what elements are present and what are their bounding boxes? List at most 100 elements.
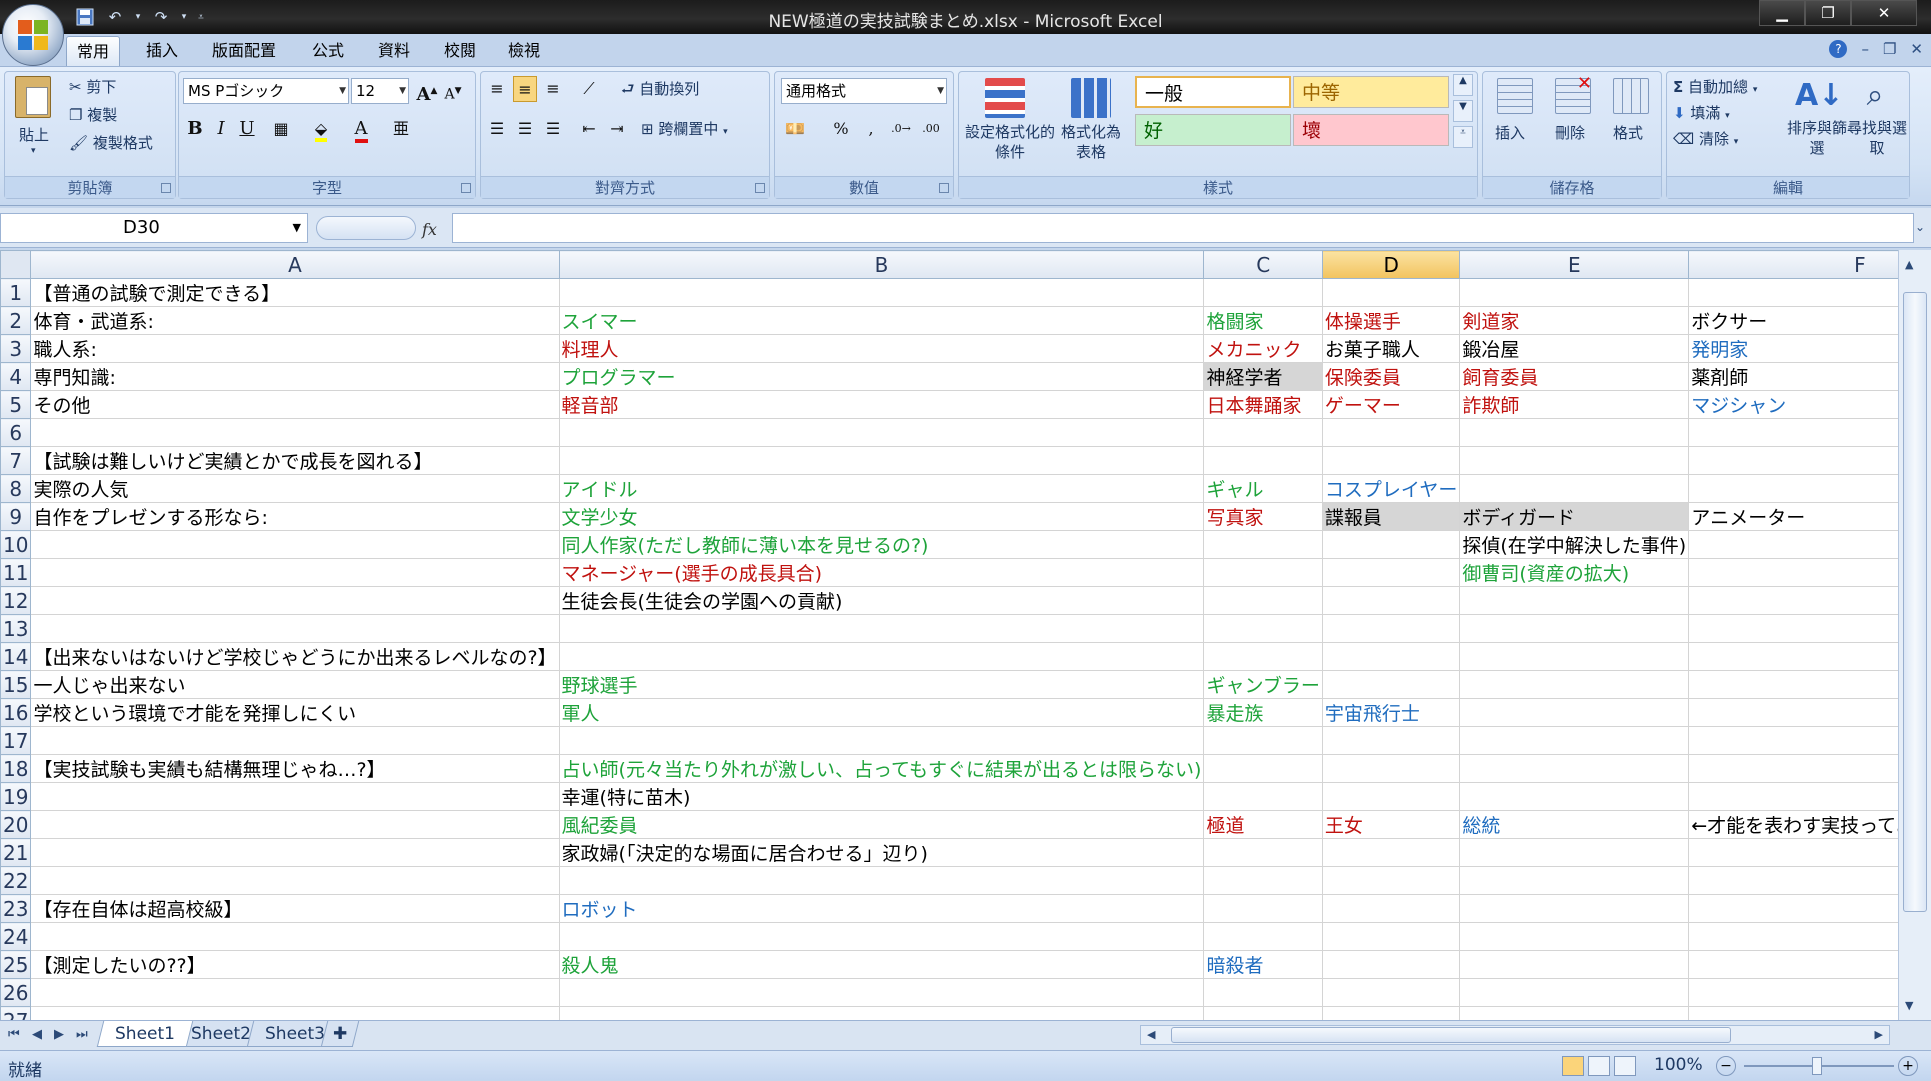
- row-header[interactable]: 13: [0, 614, 32, 643]
- cell[interactable]: 写真家: [1203, 502, 1323, 531]
- cell[interactable]: [30, 810, 560, 839]
- format-as-table-icon[interactable]: [1071, 78, 1111, 118]
- style-neutral[interactable]: 中等: [1293, 76, 1449, 108]
- worksheet-grid[interactable]: ABCDEFGHIJ 1【普通の試験で測定できる】2体育・武道系:スイマー格闘家…: [0, 250, 1898, 1020]
- cell[interactable]: [1203, 558, 1323, 587]
- column-header-f[interactable]: F: [1688, 250, 1898, 279]
- cell[interactable]: [1321, 558, 1461, 587]
- cell[interactable]: [1203, 1006, 1323, 1020]
- cell[interactable]: 幸運(特に苗木): [558, 782, 1205, 811]
- cell[interactable]: [1459, 614, 1690, 643]
- cell[interactable]: 職人系:: [30, 334, 560, 363]
- cell[interactable]: [1459, 474, 1690, 503]
- cell[interactable]: [1203, 978, 1323, 1007]
- align-left-icon[interactable]: ☰: [485, 116, 509, 142]
- cell[interactable]: [1321, 278, 1461, 307]
- cell[interactable]: [1203, 922, 1323, 951]
- cell[interactable]: 【試験は難しいけど実績とかで成長を図れる】: [30, 446, 560, 475]
- name-box[interactable]: D30 ▼: [0, 213, 308, 243]
- cell[interactable]: ギャンブラー: [1203, 670, 1323, 699]
- cell[interactable]: [1203, 838, 1323, 867]
- cell[interactable]: [30, 558, 560, 587]
- cell[interactable]: 一人じゃ出来ない: [30, 670, 560, 699]
- find-select-label[interactable]: 尋找與選取: [1847, 118, 1907, 158]
- scroll-down-icon[interactable]: ▼: [1905, 999, 1913, 1012]
- cell[interactable]: [1688, 474, 1898, 503]
- cell[interactable]: [1688, 838, 1898, 867]
- fill-color-icon[interactable]: ⬙: [309, 116, 333, 142]
- cell[interactable]: [1203, 446, 1323, 475]
- font-launcher-icon[interactable]: [461, 183, 471, 193]
- cell[interactable]: [558, 642, 1205, 671]
- insert-function-icon[interactable]: fx: [422, 220, 437, 239]
- cell[interactable]: 学校という環境で才能を発揮しにくい: [30, 698, 560, 727]
- row-header[interactable]: 4: [0, 362, 32, 391]
- cell[interactable]: [1459, 446, 1690, 475]
- cell[interactable]: プログラマー: [558, 362, 1205, 391]
- tab-review[interactable]: 校閱: [434, 36, 486, 66]
- cell[interactable]: [1203, 278, 1323, 307]
- cell[interactable]: [1459, 782, 1690, 811]
- cell[interactable]: [1203, 782, 1323, 811]
- style-bad[interactable]: 壞: [1293, 114, 1449, 146]
- row-header[interactable]: 1: [0, 278, 32, 307]
- tab-home[interactable]: 常用: [66, 36, 121, 66]
- cell[interactable]: [1321, 838, 1461, 867]
- cell[interactable]: [1321, 418, 1461, 447]
- cell[interactable]: [1688, 698, 1898, 727]
- maximize-button[interactable]: ❐: [1805, 0, 1851, 26]
- tab-data[interactable]: 資料: [368, 36, 420, 66]
- shrink-font-icon[interactable]: A▼: [441, 78, 465, 104]
- column-header-d[interactable]: D: [1321, 250, 1461, 279]
- cell[interactable]: [1321, 614, 1461, 643]
- column-header-a[interactable]: A: [30, 250, 560, 279]
- cell[interactable]: 家政婦(「決定的な場面に居合わせる」辺り): [558, 838, 1205, 867]
- cell[interactable]: 詐欺師: [1459, 390, 1690, 419]
- cell[interactable]: 保険委員: [1321, 362, 1461, 391]
- row-header[interactable]: 11: [0, 558, 32, 587]
- cell[interactable]: [1203, 754, 1323, 783]
- cell[interactable]: [1459, 726, 1690, 755]
- cell[interactable]: [1321, 866, 1461, 895]
- row-header[interactable]: 10: [0, 530, 32, 559]
- cell[interactable]: [1321, 530, 1461, 559]
- underline-icon[interactable]: U: [235, 116, 259, 142]
- cell[interactable]: ギャル: [1203, 474, 1323, 503]
- cell[interactable]: [1203, 530, 1323, 559]
- cell[interactable]: [1688, 754, 1898, 783]
- cell[interactable]: アイドル: [558, 474, 1205, 503]
- tab-formulas[interactable]: 公式: [302, 36, 354, 66]
- select-all-corner[interactable]: [0, 250, 32, 279]
- cell[interactable]: 日本舞踊家: [1203, 390, 1323, 419]
- row-header[interactable]: 23: [0, 894, 32, 923]
- insert-sheet-icon[interactable]: ✚: [320, 1021, 360, 1047]
- cell[interactable]: [30, 838, 560, 867]
- cell[interactable]: 【出来ないはないけど学校じゃどうにか出来るレベルなの?】: [30, 642, 560, 671]
- row-header[interactable]: 14: [0, 642, 32, 671]
- cell[interactable]: [1688, 782, 1898, 811]
- horizontal-scrollbar[interactable]: ◀ ▶: [1140, 1025, 1890, 1045]
- cell[interactable]: 占い師(元々当たり外れが激しい、占ってもすぐに結果が出るとは限らない): [558, 754, 1205, 783]
- format-as-table-label[interactable]: 格式化為表格: [1055, 122, 1127, 162]
- zoom-slider-thumb[interactable]: [1812, 1057, 1822, 1075]
- row-header[interactable]: 2: [0, 306, 32, 335]
- cell[interactable]: [1688, 530, 1898, 559]
- cell[interactable]: [558, 866, 1205, 895]
- format-cells-icon[interactable]: [1613, 78, 1649, 114]
- styles-scroll-up-icon[interactable]: ▲: [1453, 74, 1473, 96]
- column-header-e[interactable]: E: [1459, 250, 1690, 279]
- paste-dropdown-icon[interactable]: ▾: [31, 146, 36, 156]
- row-header[interactable]: 6: [0, 418, 32, 447]
- row-header[interactable]: 24: [0, 922, 32, 951]
- cell[interactable]: 発明家: [1688, 334, 1898, 363]
- cell[interactable]: [1688, 922, 1898, 951]
- cell[interactable]: [558, 418, 1205, 447]
- cell[interactable]: [1203, 614, 1323, 643]
- cell[interactable]: 飼育委員: [1459, 362, 1690, 391]
- cell[interactable]: 総統: [1459, 810, 1690, 839]
- cell[interactable]: 【実技試験も実績も結構無理じゃね…?】: [30, 754, 560, 783]
- cell[interactable]: 生徒会長(生徒会の学園への貢献): [558, 586, 1205, 615]
- alignment-launcher-icon[interactable]: [755, 183, 765, 193]
- currency-icon[interactable]: 💴: [783, 116, 807, 142]
- row-header[interactable]: 5: [0, 390, 32, 419]
